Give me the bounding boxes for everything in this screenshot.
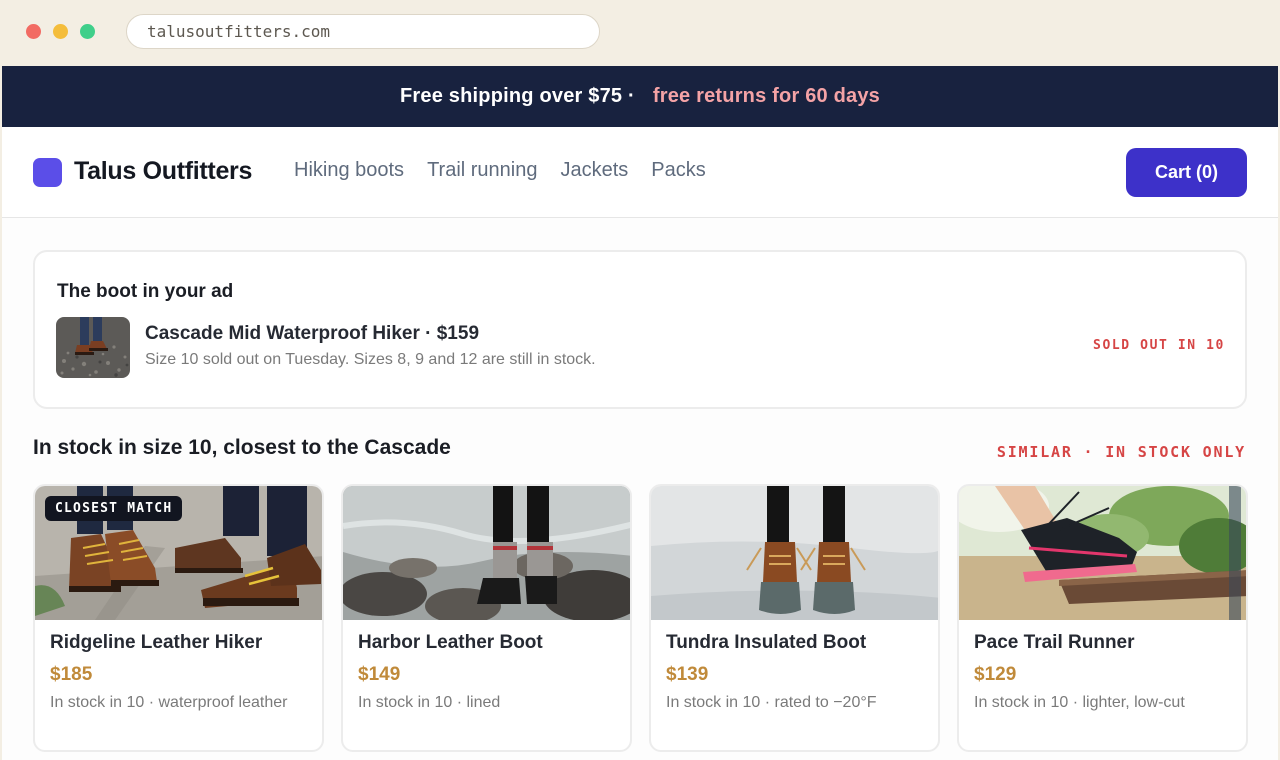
- similar-heading: In stock in size 10, closest to the Casc…: [33, 436, 451, 459]
- close-window-button[interactable]: [26, 24, 41, 39]
- product-image[interactable]: [959, 486, 1246, 620]
- product-name[interactable]: Ridgeline Leather Hiker: [50, 632, 262, 654]
- logo-icon[interactable]: [33, 158, 62, 187]
- promo-banner: Free shipping over $75 · free returns fo…: [2, 66, 1278, 127]
- product-price: $185: [50, 664, 93, 685]
- brand-name[interactable]: Talus Outfitters: [74, 157, 252, 186]
- product-name[interactable]: Tundra Insulated Boot: [666, 632, 866, 654]
- address-bar-url: talusoutfitters.com: [147, 22, 331, 41]
- product-card-harbor[interactable]: Harbor Leather Boot $149 In stock in 10 …: [341, 484, 632, 752]
- sold-out-badge: SOLD OUT IN 10: [1093, 338, 1225, 353]
- product-stock-note: In stock in 10 · waterproof leather: [50, 694, 288, 711]
- product-card-pace[interactable]: Pace Trail Runner $129 In stock in 10 · …: [957, 484, 1248, 752]
- product-name[interactable]: Pace Trail Runner: [974, 632, 1135, 654]
- product-card-ridgeline[interactable]: CLOSEST MATCH Ridgeline Leather Hiker $1…: [33, 484, 324, 752]
- nav-jackets[interactable]: Jackets: [560, 159, 628, 182]
- page: Free shipping over $75 · free returns fo…: [2, 66, 1278, 760]
- nav-trail-running[interactable]: Trail running: [427, 159, 537, 182]
- cart-button[interactable]: Cart (0): [1126, 148, 1247, 197]
- promo-accent: free returns for 60 days: [652, 85, 880, 107]
- product-name[interactable]: Harbor Leather Boot: [358, 632, 543, 654]
- product-stock-note: In stock in 10 · rated to −20°F: [666, 694, 877, 711]
- closest-match-badge: CLOSEST MATCH: [45, 496, 183, 521]
- ad-item-stock-note: Size 10 sold out on Tuesday. Sizes 8, 9 …: [145, 351, 596, 368]
- ad-item-heading: The boot in your ad: [57, 281, 234, 302]
- similar-tag: SIMILAR · IN STOCK ONLY: [996, 443, 1246, 461]
- ad-item-card: The boot in your ad Cascade Mid Waterpro…: [33, 250, 1247, 409]
- product-price: $129: [974, 664, 1017, 685]
- site-header: Talus Outfitters Hiking boots Trail runn…: [2, 127, 1278, 218]
- product-image[interactable]: CLOSEST MATCH: [35, 486, 322, 620]
- ad-item-name[interactable]: Cascade Mid Waterproof Hiker · $159: [145, 323, 479, 345]
- nav-packs[interactable]: Packs: [651, 159, 705, 182]
- product-image[interactable]: [651, 486, 938, 620]
- maximize-window-button[interactable]: [80, 24, 95, 39]
- browser-chrome: talusoutfitters.com: [0, 0, 1280, 66]
- product-grid: CLOSEST MATCH Ridgeline Leather Hiker $1…: [33, 484, 1248, 752]
- product-stock-note: In stock in 10 · lighter, low-cut: [974, 694, 1185, 711]
- product-price: $149: [358, 664, 401, 685]
- product-price: $139: [666, 664, 709, 685]
- address-bar[interactable]: talusoutfitters.com: [126, 14, 600, 49]
- product-stock-note: In stock in 10 · lined: [358, 694, 501, 711]
- promo-text: Free shipping over $75 ·: [400, 85, 635, 107]
- main-nav: Hiking boots Trail running Jackets Packs: [294, 159, 706, 182]
- minimize-window-button[interactable]: [53, 24, 68, 39]
- nav-hiking-boots[interactable]: Hiking boots: [294, 159, 404, 182]
- product-card-tundra[interactable]: Tundra Insulated Boot $139 In stock in 1…: [649, 484, 940, 752]
- product-image[interactable]: [343, 486, 630, 620]
- ad-item-thumbnail[interactable]: [56, 317, 130, 378]
